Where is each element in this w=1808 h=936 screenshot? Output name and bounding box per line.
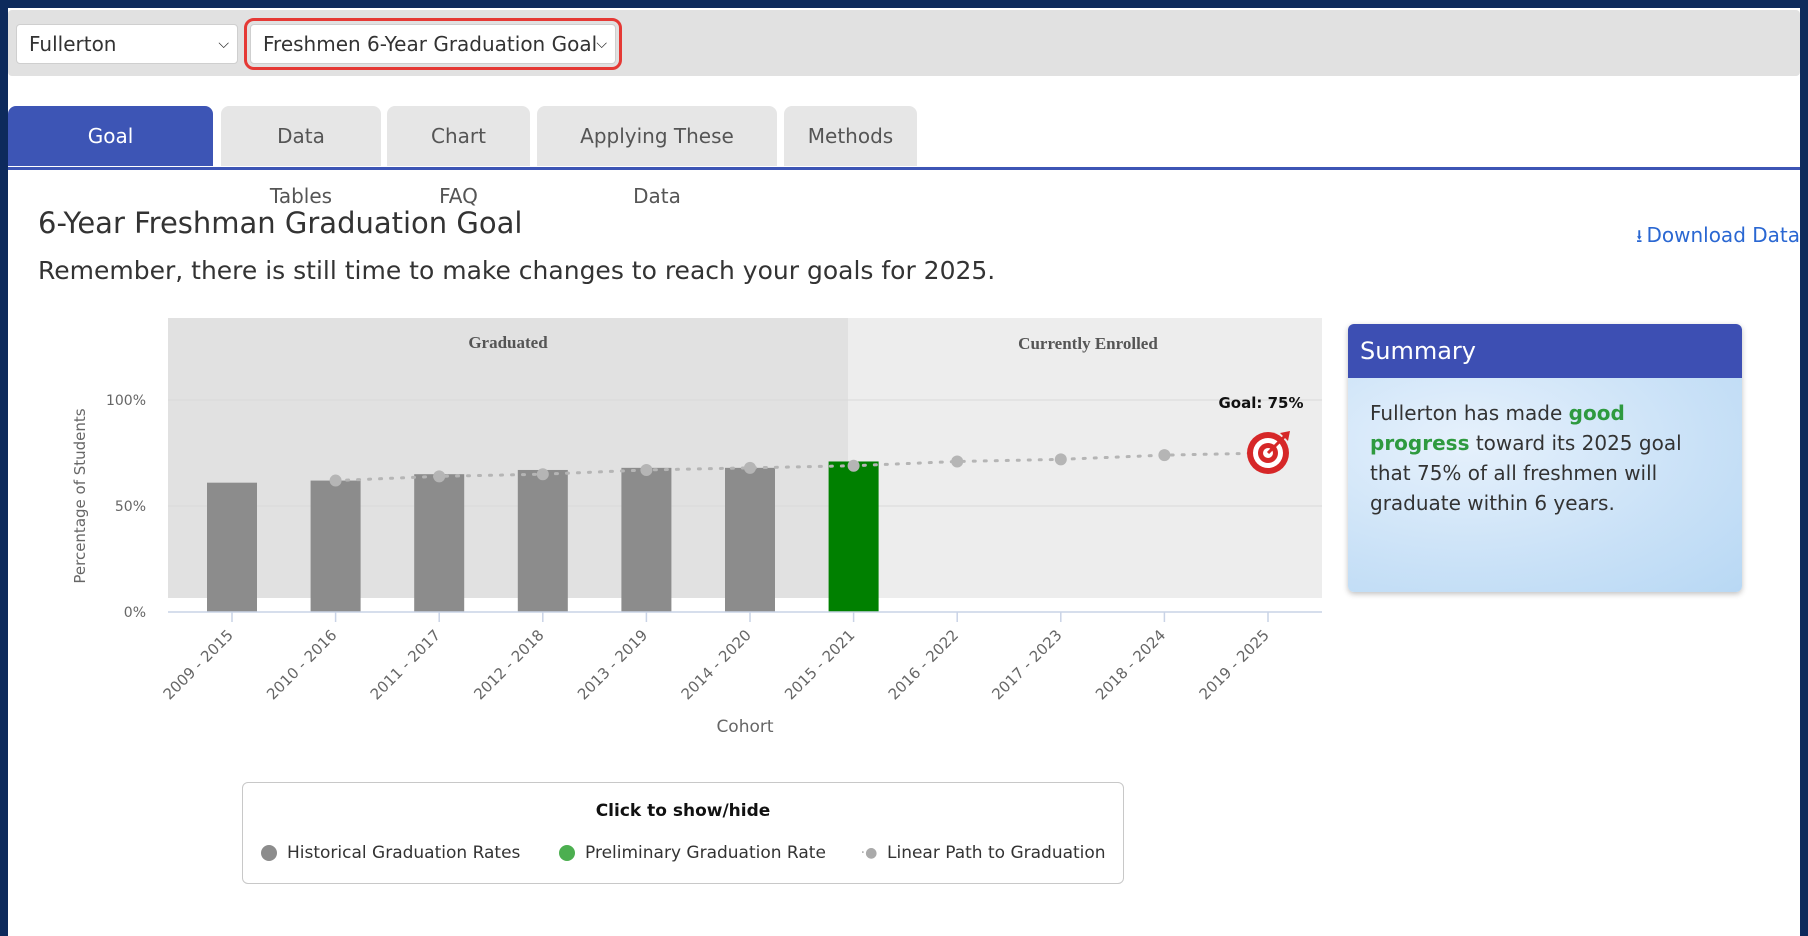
x-tick-label: 2018 - 2024 [1092,626,1169,703]
summary-panel: Summary Fullerton has made good progress… [1348,324,1742,592]
graduation-chart: Graduated Currently Enrolled 0% 50% 100% P… [71,318,1322,737]
green-dot-icon [559,845,575,861]
x-tick-label: 2019 - 2025 [1196,626,1273,703]
region-label-enrolled: Currently Enrolled [1018,334,1158,353]
metric-select[interactable]: Freshmen 6-Year Graduation Goal ⌵ [244,18,622,70]
x-tick-label: 2009 - 2015 [160,626,237,703]
preliminary-bar [828,461,879,612]
tab-data-tables[interactable]: Data Tables [221,106,381,208]
linear-path-point [329,474,342,487]
campus-select[interactable]: Fullerton ⌵ [16,24,238,64]
historical-bar [414,474,465,612]
goal-label: Goal: 75% [1218,394,1303,412]
filter-bar: Fullerton ⌵ Freshmen 6-Year Graduation G… [8,10,1800,76]
summary-body: Fullerton has made good progress toward … [1348,378,1742,592]
x-tick-label: 2015 - 2021 [781,626,858,703]
linear-path-point [1158,449,1171,462]
historical-bar [725,467,775,612]
summary-title: Summary [1348,324,1742,378]
historical-bar [621,467,672,612]
x-tick-label: 2014 - 2020 [678,626,755,703]
x-tick-label: 2016 - 2022 [885,626,962,703]
historical-bar [310,480,361,612]
legend-item-historical[interactable]: Historical Graduation Rates [261,843,520,863]
x-tick-label: 2010 - 2016 [263,626,340,703]
legend-item-preliminary[interactable]: Preliminary Graduation Rate [559,843,826,863]
tab-chart-faq[interactable]: Chart FAQ [387,106,530,208]
y-tick-label: 50% [115,499,146,515]
y-axis-label: Percentage of Students [71,408,89,583]
x-tick-label: 2017 - 2023 [988,626,1065,703]
x-tick-label: 2013 - 2019 [574,626,651,703]
tab-goal-trajectories[interactable]: Goal Trajectories [8,106,213,208]
page-frame: Fullerton ⌵ Freshmen 6-Year Graduation G… [8,8,1800,936]
y-tick-label: 0% [124,605,146,621]
x-tick-label: 2012 - 2018 [470,626,547,703]
download-data-link[interactable]: ⭳ Download Data [1636,210,1800,260]
download-label: Download Data [1646,223,1800,247]
dotted-line-icon: ·● [860,845,878,861]
x-axis-label: Cohort [716,717,773,737]
linear-path-point [536,468,549,481]
region-label-graduated: Graduated [468,333,548,352]
tab-methods[interactable]: Methods [784,106,917,166]
linear-path-point [951,455,964,468]
chevron-down-icon: ⌵ [596,36,607,52]
linear-path-point [640,463,653,476]
metric-select-value: Freshmen 6-Year Graduation Goal [263,32,598,56]
legend: Click to show/hide Historical Graduation… [242,782,1124,884]
linear-path-point [847,459,860,472]
legend-label: Preliminary Graduation Rate [585,843,826,863]
download-icon: ⭳ [1636,226,1643,247]
linear-path-point [1054,453,1067,466]
x-tick-label: 2011 - 2017 [367,626,444,703]
campus-select-value: Fullerton [29,32,117,56]
legend-title: Click to show/hide [595,801,771,821]
linear-path-point [744,461,756,474]
gray-dot-icon [261,845,277,861]
page-title: 6-Year Freshman Graduation Goal [38,206,523,240]
historical-bar [207,482,257,612]
summary-text-before: Fullerton has made [1370,401,1569,425]
tab-bar: Goal Trajectories Data Tables Chart FAQ … [8,106,1800,247]
legend-item-linear-path[interactable]: ·● Linear Path to Graduation [859,843,1106,863]
page-subtitle: Remember, there is still time to make ch… [38,256,996,285]
legend-label: Historical Graduation Rates [287,843,521,863]
historical-bar [517,469,568,612]
linear-path-point [433,470,446,483]
tab-underline [8,167,1800,170]
tab-applying-these-data[interactable]: Applying These Data [537,106,777,208]
y-tick-label: 100% [106,393,146,409]
chevron-down-icon: ⌵ [218,36,229,52]
legend-label: Linear Path to Graduation [887,843,1106,863]
